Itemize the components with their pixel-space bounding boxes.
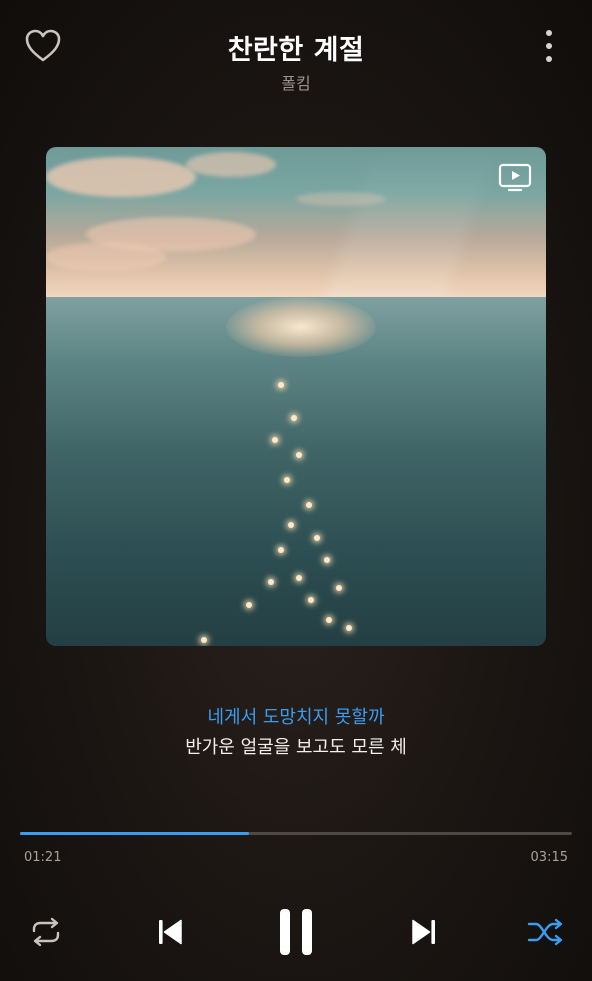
progress-bar[interactable]	[20, 832, 572, 835]
song-title: 찬란한 계절	[227, 35, 365, 66]
shuffle-button[interactable]	[522, 905, 570, 959]
lyric-next-line[interactable]: 반가운 얼굴을 보고도 모른 체	[0, 733, 592, 759]
shuffle-icon	[527, 918, 563, 946]
progress-fill	[20, 832, 250, 835]
next-track-button[interactable]	[400, 905, 448, 959]
artist-name[interactable]: 폴킴	[0, 70, 592, 94]
total-duration: 03:15	[530, 850, 568, 865]
repeat-icon	[32, 917, 60, 947]
more-options-button[interactable]	[540, 30, 558, 62]
pause-icon	[280, 909, 312, 955]
sun-glare	[226, 297, 376, 357]
skip-previous-icon	[159, 919, 182, 945]
skip-next-icon	[412, 919, 435, 945]
tv-play-icon	[498, 163, 532, 192]
previous-track-button[interactable]	[146, 905, 194, 959]
elapsed-time: 01:21	[24, 850, 62, 865]
lyric-current-line[interactable]: 네게서 도망치지 못할까	[0, 703, 592, 729]
pause-button[interactable]	[268, 905, 324, 959]
album-artwork[interactable]	[46, 147, 546, 646]
music-video-button[interactable]	[498, 163, 532, 193]
repeat-button[interactable]	[22, 905, 70, 959]
